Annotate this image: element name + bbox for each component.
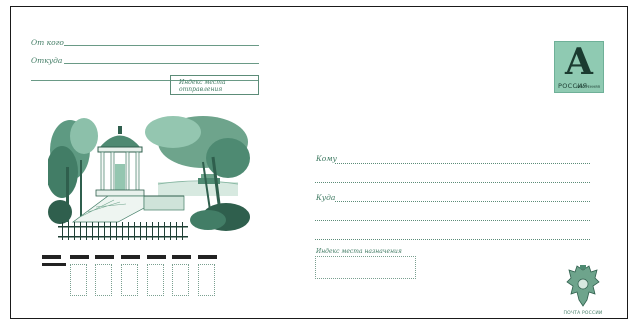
index-bar: [42, 263, 66, 266]
index-digit-box: [70, 264, 87, 296]
to-where-line-2: [315, 220, 590, 221]
stamp-letter: А: [564, 41, 594, 83]
index-bar: [172, 255, 191, 259]
recipient-index-label: Индекс места назначения: [316, 248, 402, 255]
index-bar: [121, 255, 140, 259]
to-label: Кому: [316, 154, 337, 163]
to-line-2: [315, 182, 590, 183]
to-line: [335, 163, 590, 164]
index-bar: [147, 255, 166, 259]
to-where-line: [335, 201, 590, 202]
index-bar: [70, 255, 89, 259]
sender-index-label: Индекс места отправления: [179, 79, 226, 93]
from-label: От кого: [31, 38, 64, 47]
index-digit-box: [95, 264, 112, 296]
to-where-label: Куда: [316, 193, 336, 202]
stamp-denomination: ВНУТРЕННЯЯ: [576, 85, 600, 89]
recipient-index-box: [315, 256, 416, 279]
postage-stamp: А РОССИЯ ВНУТРЕННЯЯ: [554, 41, 604, 93]
sender-index-box: Индекс места отправления: [170, 75, 259, 95]
russian-post-label: ПОЧТА РОССИИ: [563, 311, 603, 316]
index-bar: [42, 255, 61, 259]
index-digit-box: [121, 264, 138, 296]
index-bar: [95, 255, 114, 259]
from-where-label: Откуда: [31, 56, 63, 65]
index-digit-box: [147, 264, 164, 296]
double-headed-eagle-icon: [566, 265, 600, 307]
index-bar: [198, 255, 217, 259]
to-where-line-3: [315, 239, 590, 240]
rotunda-illustration: [48, 116, 250, 240]
index-digit-box: [198, 264, 215, 296]
index-digit-box: [172, 264, 189, 296]
from-line: [64, 45, 259, 46]
from-where-line: [64, 63, 259, 64]
